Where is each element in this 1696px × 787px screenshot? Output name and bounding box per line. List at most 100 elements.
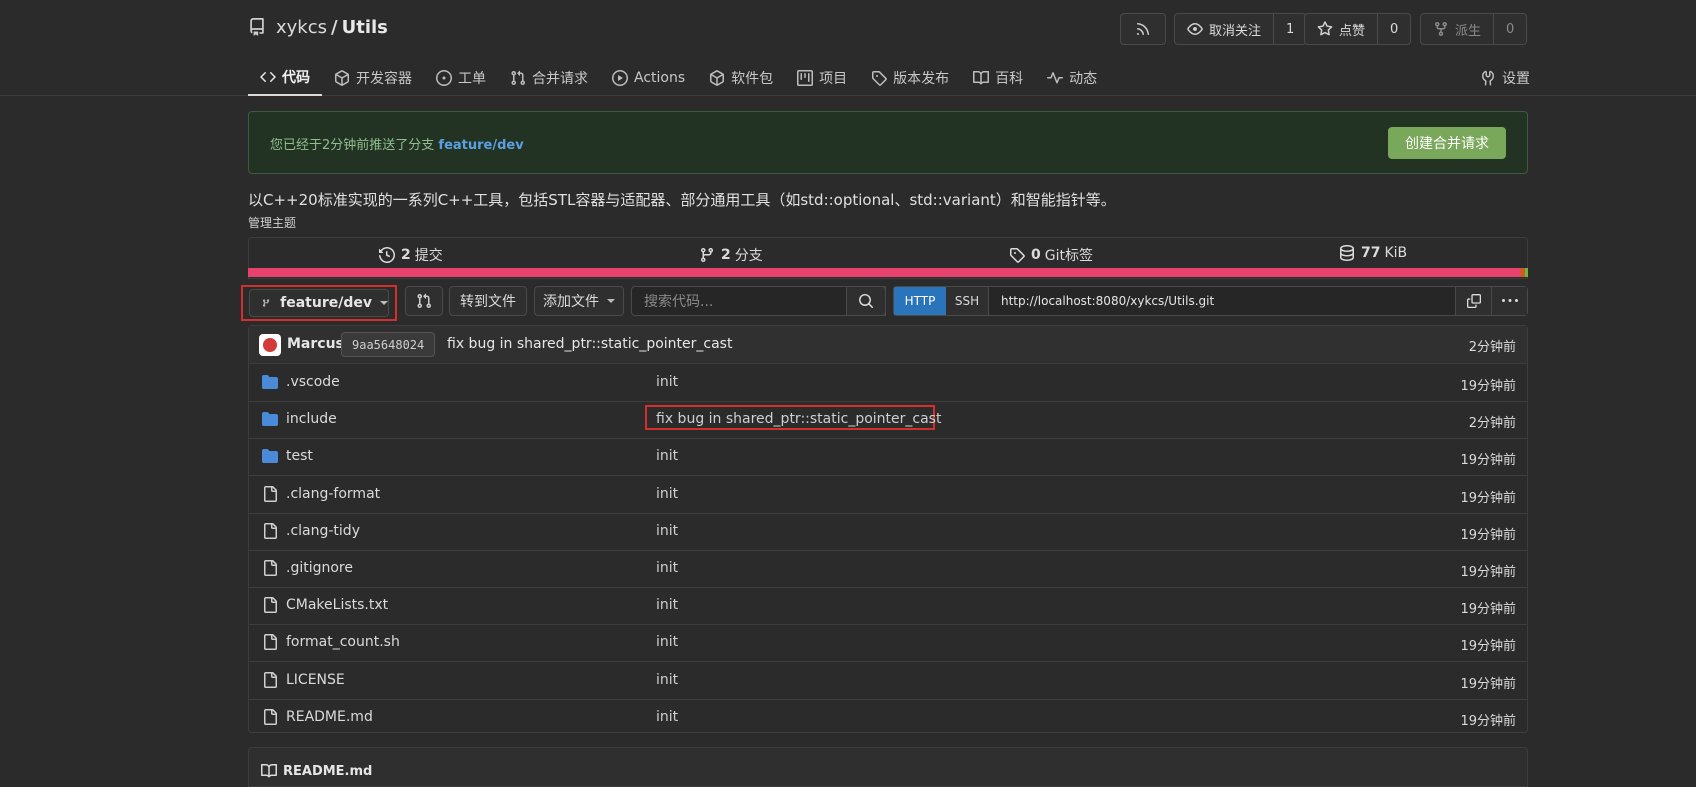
pulse-icon (1047, 72, 1064, 84)
fork-button[interactable]: 派生 (1421, 14, 1493, 44)
tab-activity[interactable]: 动态 (1035, 60, 1109, 96)
tags-stat[interactable]: 0 Git标签 (1009, 245, 1093, 265)
repo-name-link[interactable]: Utils (342, 17, 388, 38)
file-commit-message[interactable]: init (656, 448, 678, 464)
tab-wiki[interactable]: 百科 (961, 60, 1035, 96)
tab-pull-requests[interactable]: 合并请求 (498, 60, 600, 96)
file-commit-time: 19分钟前 (1460, 565, 1516, 580)
settings-label: 设置 (1502, 71, 1530, 87)
file-name-link[interactable]: CMakeLists.txt (286, 597, 388, 613)
file-row: include fix bug in shared_ptr::static_poi… (249, 402, 1527, 440)
tab-packages[interactable]: 软件包 (697, 60, 785, 96)
goto-file-button[interactable]: 转到文件 (449, 286, 527, 316)
file-name-link[interactable]: .vscode (286, 374, 340, 390)
file-name-link[interactable]: LICENSE (286, 672, 345, 688)
tab-projects-label: 项目 (819, 71, 848, 87)
file-icon (264, 634, 277, 651)
repo-owner-link[interactable]: xykcs (276, 17, 327, 38)
more-options-button[interactable] (1491, 287, 1527, 315)
tab-dev-containers[interactable]: 开发容器 (322, 60, 424, 96)
tab-actions[interactable]: Actions (600, 60, 697, 96)
file-commit-message[interactable]: init (656, 523, 678, 539)
star-count[interactable]: 0 (1377, 14, 1410, 44)
tab-issues[interactable]: 工单 (424, 60, 498, 96)
branch-selector[interactable]: feature/dev (249, 289, 389, 317)
database-icon (1340, 245, 1354, 261)
file-icon (264, 560, 277, 576)
file-commit-time: 19分钟前 (1460, 453, 1516, 469)
tab-code[interactable]: 代码 (248, 60, 322, 96)
commit-author[interactable]: Marcus (287, 336, 344, 352)
tab-releases[interactable]: 版本发布 (859, 60, 961, 96)
tab-code-label: 代码 (282, 70, 310, 86)
file-name-link[interactable]: .clang-format (286, 486, 380, 502)
file-commit-time: 19分钟前 (1460, 676, 1516, 692)
commits-stat[interactable]: 2 提交 (379, 245, 443, 265)
file-commit-message[interactable]: init (656, 634, 678, 650)
file-icon (264, 708, 277, 725)
pull-request-icon (417, 293, 432, 309)
unwatch-button-group: 取消关注 1 (1174, 13, 1308, 45)
file-commit-message[interactable]: init (656, 709, 678, 725)
rss-button[interactable] (1120, 13, 1166, 45)
book-icon (261, 763, 277, 778)
file-name-link[interactable]: include (286, 411, 337, 427)
file-commit-message[interactable]: init (656, 560, 678, 576)
play-icon (612, 70, 628, 86)
file-commit-message[interactable]: init (656, 597, 678, 613)
avatar[interactable] (259, 334, 281, 356)
file-icon (264, 671, 277, 688)
watch-count[interactable]: 1 (1273, 14, 1306, 44)
file-row: .clang-format init 19分钟前 (249, 477, 1527, 514)
file-commit-message[interactable]: fix bug in shared_ptr::static_pointer_ca… (656, 411, 941, 427)
file-name-link[interactable]: .gitignore (286, 560, 353, 576)
file-list: Marcus 9aa5648024 fix bug in shared_ptr:… (248, 325, 1528, 733)
fork-count[interactable]: 0 (1493, 14, 1526, 44)
file-commit-time: 19分钟前 (1460, 713, 1516, 729)
package-icon (335, 70, 349, 86)
commit-message[interactable]: fix bug in shared_ptr::static_pointer_ca… (447, 336, 732, 352)
repo-title: xykcs / Utils (248, 16, 388, 38)
tab-packages-label: 软件包 (731, 71, 774, 87)
http-tab[interactable]: HTTP (894, 287, 946, 315)
manage-topics-link[interactable]: 管理主题 (248, 214, 296, 231)
commit-sha[interactable]: 9aa5648024 (341, 332, 436, 357)
file-name-link[interactable]: format_count.sh (286, 634, 400, 650)
eye-icon (1187, 23, 1203, 35)
star-button[interactable]: 点赞 (1305, 14, 1377, 44)
clone-url-field[interactable]: http://localhost:8080/xykcs/Utils.git (989, 287, 1455, 315)
tag-icon (1010, 248, 1025, 263)
file-commit-message[interactable]: init (656, 672, 678, 688)
file-icon (264, 485, 277, 502)
pushed-branch-link[interactable]: feature/dev (438, 138, 523, 153)
branches-stat[interactable]: 2 分支 (699, 245, 763, 265)
fork-button-group: 派生 0 (1420, 13, 1528, 45)
repo-header: xykcs / Utils 取消关注 1 点赞 0 派生 0 代码 开发容器 工… (0, 0, 1696, 96)
star-icon (1317, 21, 1333, 36)
file-commit-time: 19分钟前 (1460, 490, 1516, 506)
file-row: .gitignore init 19分钟前 (249, 551, 1527, 588)
file-name-link[interactable]: .clang-tidy (286, 523, 360, 539)
create-pull-request-button[interactable]: 创建合并请求 (1388, 127, 1506, 159)
file-name-link[interactable]: test (286, 448, 313, 464)
branch-highlight-box: feature/dev (241, 285, 397, 321)
folder-icon (262, 449, 278, 464)
file-commit-message[interactable]: init (656, 486, 678, 502)
tab-projects[interactable]: 项目 (785, 60, 859, 96)
copy-button[interactable] (1455, 287, 1491, 315)
search-button[interactable] (846, 286, 886, 316)
file-name-link[interactable]: README.md (286, 709, 373, 725)
folder-icon (262, 412, 278, 427)
unwatch-button[interactable]: 取消关注 (1175, 14, 1273, 44)
branch-icon (700, 248, 713, 263)
copy-icon (1466, 294, 1481, 308)
star-label: 点赞 (1339, 23, 1366, 39)
add-file-button[interactable]: 添加文件 (534, 286, 624, 316)
compare-button[interactable] (405, 286, 443, 316)
push-message: 您已经于2分钟前推送了分支 feature/dev (270, 134, 524, 153)
ssh-tab[interactable]: SSH (946, 287, 989, 315)
file-commit-message[interactable]: init (656, 374, 678, 390)
add-file-label: 添加文件 (543, 294, 599, 310)
tab-settings[interactable]: 设置 (1480, 60, 1530, 96)
tab-activity-label: 动态 (1069, 71, 1098, 87)
